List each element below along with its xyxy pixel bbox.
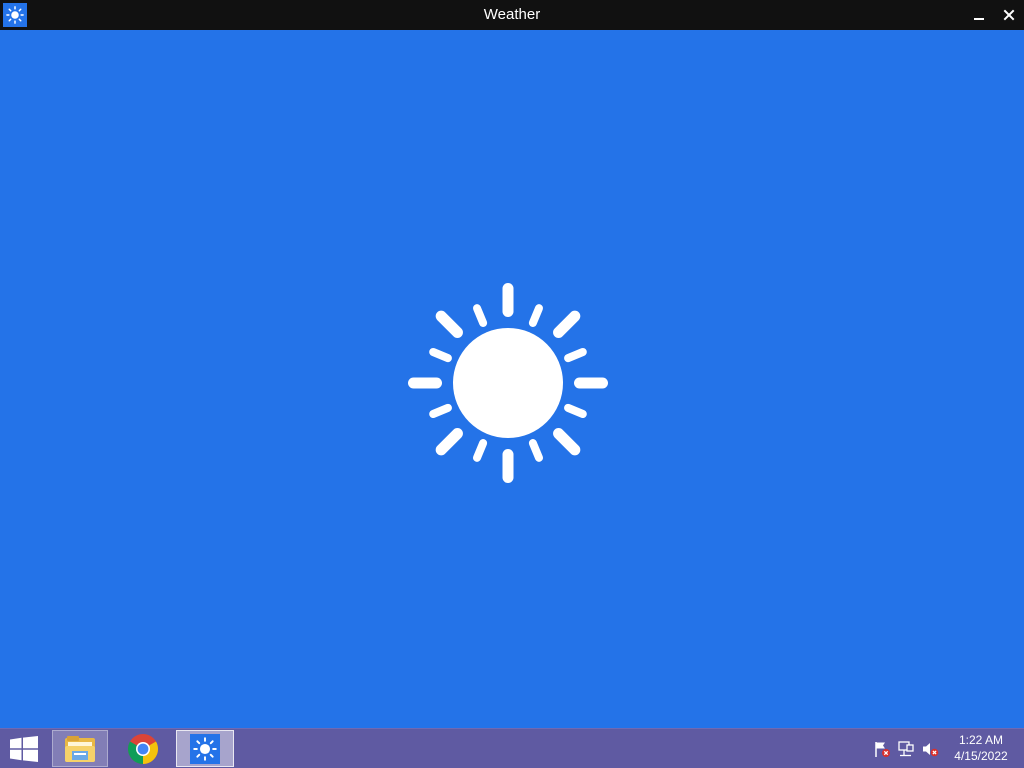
- taskbar-weather[interactable]: [176, 730, 234, 767]
- taskbar-clock[interactable]: 1:22 AM 4/15/2022: [946, 732, 1016, 764]
- taskbar: 1:22 AM 4/15/2022: [0, 728, 1024, 768]
- windows-logo-icon: [10, 736, 38, 762]
- splash-sun-icon: [408, 283, 608, 483]
- close-button[interactable]: [994, 0, 1024, 30]
- close-icon: [1003, 9, 1015, 21]
- network-icon[interactable]: [896, 739, 916, 759]
- taskbar-file-explorer[interactable]: [52, 730, 108, 767]
- chrome-icon: [127, 733, 159, 764]
- folder-icon: [65, 735, 95, 762]
- minimize-button[interactable]: [964, 0, 994, 30]
- clock-date: 4/15/2022: [954, 749, 1008, 763]
- desktop-screen: Weather 1:22 AM 4/15/2022: [0, 0, 1024, 768]
- window-title: Weather: [483, 6, 541, 23]
- taskbar-chrome[interactable]: [115, 730, 171, 767]
- clock-time: 1:22 AM: [958, 733, 1004, 747]
- sun-icon: [190, 733, 220, 764]
- action-center-flag-icon[interactable]: [872, 739, 892, 759]
- minimize-icon: [974, 18, 984, 20]
- volume-muted-icon[interactable]: [920, 739, 940, 759]
- window-titlebar[interactable]: Weather: [0, 0, 1024, 30]
- start-button[interactable]: [0, 729, 48, 768]
